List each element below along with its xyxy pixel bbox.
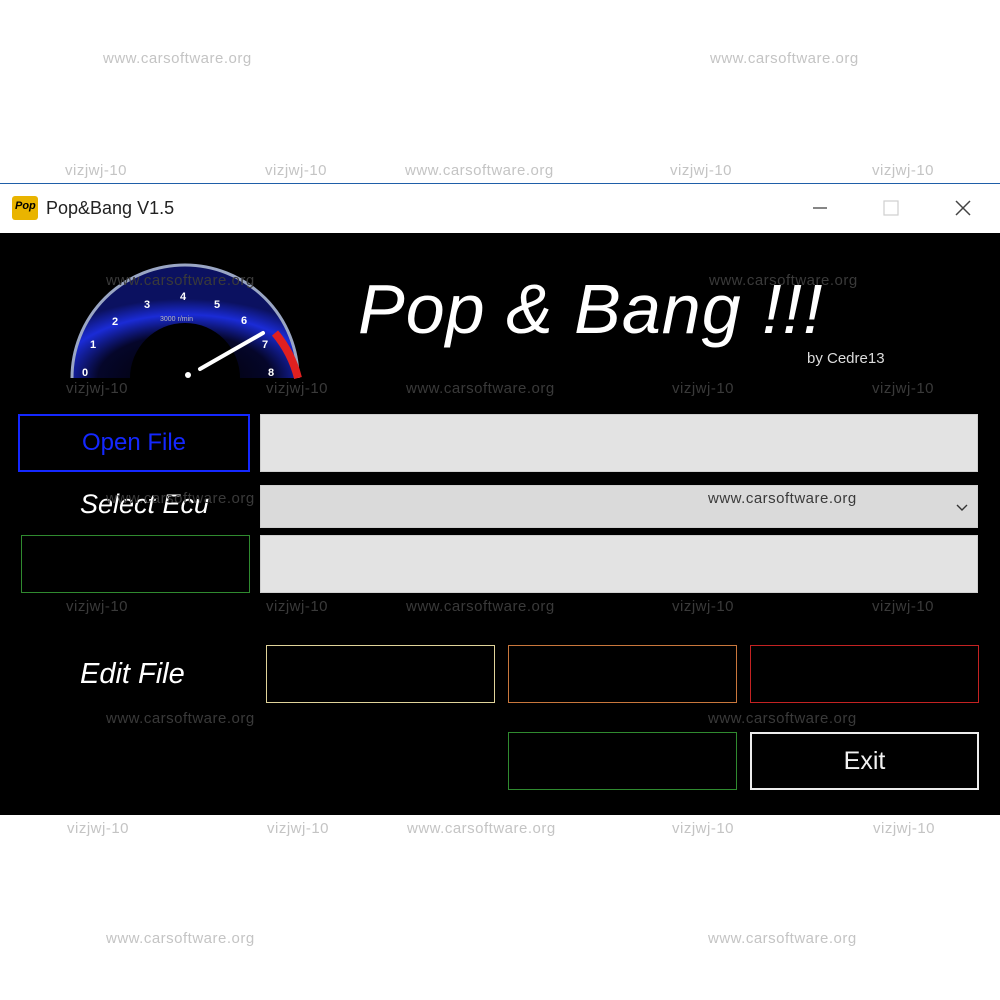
- gauge-tick: 3: [144, 299, 150, 311]
- window-title: Pop&Bang V1.5: [46, 198, 175, 218]
- minimize-button[interactable]: [795, 192, 845, 224]
- maximize-button[interactable]: [866, 192, 916, 224]
- watermark: www.carsoftware.org: [710, 50, 859, 67]
- watermark: vizjwj-10: [672, 820, 735, 837]
- app-window: Pop Pop&Bang V1.5 0 1 2 3 4 5 6 7 8 3000…: [0, 183, 1000, 815]
- watermark: vizjwj-10: [67, 820, 130, 837]
- gauge-unit: 3000 r/min: [160, 316, 193, 323]
- orange-action-button[interactable]: [508, 645, 737, 703]
- watermark: vizjwj-10: [267, 820, 330, 837]
- minimize-icon: [813, 207, 827, 209]
- tachometer-gauge-icon: 0 1 2 3 4 5 6 7 8 3000 r/min: [70, 263, 302, 380]
- gauge-tick: 5: [214, 299, 220, 311]
- gauge-tick: 2: [112, 316, 118, 328]
- maximize-icon: [883, 200, 899, 216]
- gauge-tick: 6: [241, 315, 247, 327]
- chevron-down-icon: [956, 504, 968, 511]
- client-area: 0 1 2 3 4 5 6 7 8 3000 r/min Pop & Bang …: [0, 233, 1000, 815]
- green-save-button[interactable]: [508, 732, 737, 790]
- app-icon: Pop: [12, 196, 38, 220]
- yellow-action-button[interactable]: [266, 645, 495, 703]
- watermark: vizjwj-10: [265, 162, 328, 179]
- close-icon: [955, 200, 971, 216]
- close-button[interactable]: [938, 192, 988, 224]
- open-file-button[interactable]: Open File: [18, 414, 250, 472]
- watermark: www.carsoftware.org: [103, 50, 252, 67]
- exit-button[interactable]: Exit: [750, 732, 979, 790]
- file-path-field[interactable]: [260, 414, 978, 472]
- gauge-tick: 8: [268, 367, 274, 379]
- green-action-button[interactable]: [21, 535, 250, 593]
- watermark: www.carsoftware.org: [407, 820, 556, 837]
- watermark: vizjwj-10: [65, 162, 128, 179]
- gauge-tick: 0: [82, 367, 88, 379]
- edit-file-label: Edit File: [80, 658, 185, 690]
- watermark: vizjwj-10: [670, 162, 733, 179]
- gauge-tick: 4: [180, 291, 187, 303]
- watermark: www.carsoftware.org: [405, 162, 554, 179]
- banner-byline: by Cedre13: [807, 350, 885, 367]
- gauge-tick: 7: [262, 339, 268, 351]
- watermark: vizjwj-10: [872, 162, 935, 179]
- watermark: www.carsoftware.org: [708, 930, 857, 947]
- select-ecu-label: Select Ecu: [80, 489, 210, 519]
- title-bar[interactable]: Pop Pop&Bang V1.5: [0, 184, 1000, 233]
- ecu-info-field[interactable]: [260, 535, 978, 593]
- watermark: www.carsoftware.org: [106, 930, 255, 947]
- banner-title: Pop & Bang !!!: [358, 270, 824, 348]
- watermark: vizjwj-10: [873, 820, 936, 837]
- gauge-tick: 1: [90, 339, 96, 351]
- ecu-select-dropdown[interactable]: [260, 485, 978, 528]
- red-action-button[interactable]: [750, 645, 979, 703]
